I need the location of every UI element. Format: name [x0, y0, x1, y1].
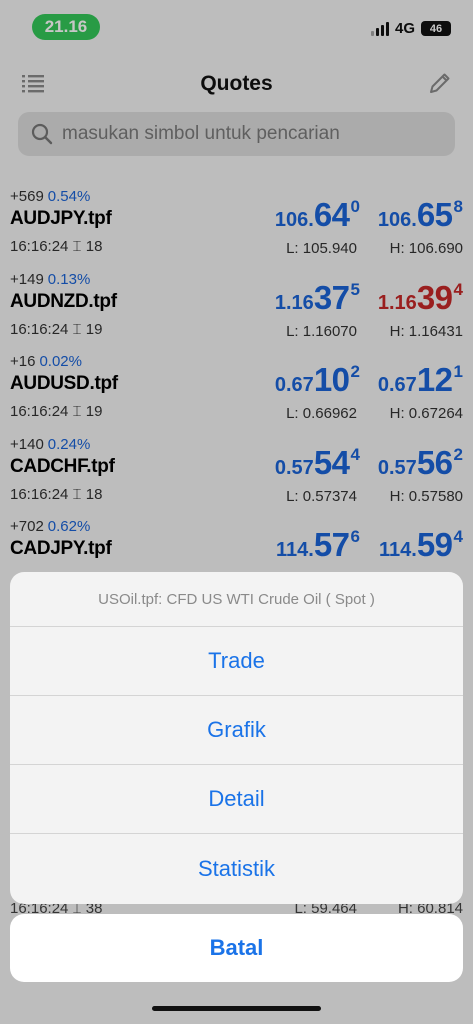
trade-button[interactable]: Trade	[10, 627, 463, 696]
detail-button[interactable]: Detail	[10, 765, 463, 834]
action-sheet: USOil.tpf: CFD US WTI Crude Oil ( Spot )…	[10, 572, 463, 904]
statistics-button[interactable]: Statistik	[10, 834, 463, 903]
chart-button[interactable]: Grafik	[10, 696, 463, 765]
home-indicator[interactable]	[152, 1006, 321, 1011]
cancel-button[interactable]: Batal	[10, 914, 463, 982]
action-sheet-title: USOil.tpf: CFD US WTI Crude Oil ( Spot )	[10, 572, 463, 627]
